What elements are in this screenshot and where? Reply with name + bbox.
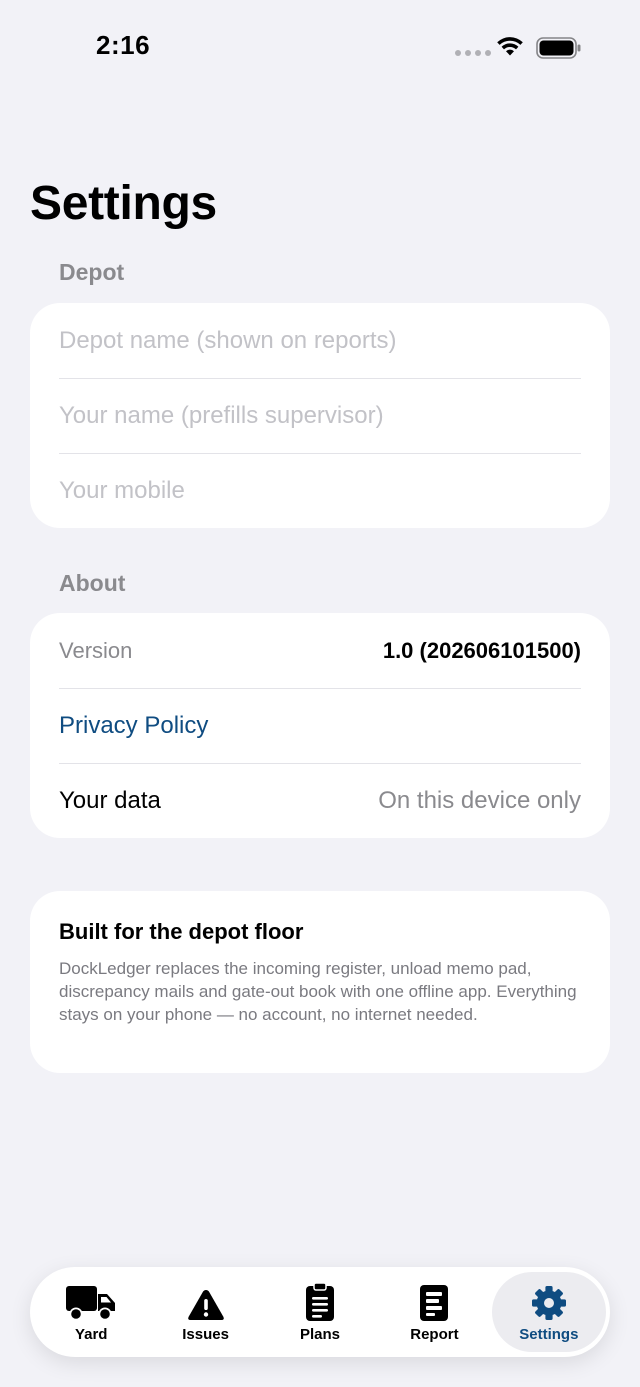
your-name-input[interactable] bbox=[59, 402, 581, 430]
version-label: Version bbox=[59, 637, 133, 663]
mobile-input[interactable] bbox=[59, 477, 581, 505]
tab-report[interactable]: Report bbox=[377, 1272, 491, 1352]
tab-issues[interactable]: Issues bbox=[148, 1272, 262, 1352]
tab-report-label: Report bbox=[410, 1325, 459, 1343]
battery-icon bbox=[536, 37, 581, 59]
tab-bar: Yard Issues Plans Report Settings bbox=[30, 1267, 610, 1357]
info-card: Built for the depot floor DockLedger rep… bbox=[30, 891, 610, 1073]
depot-name-row bbox=[59, 303, 581, 378]
tab-issues-label: Issues bbox=[182, 1325, 229, 1343]
settings-screen: 2:16 Settings Depot About Version 1.0 (2… bbox=[0, 0, 640, 1387]
about-section-header: About bbox=[59, 570, 126, 596]
tab-plans-label: Plans bbox=[300, 1325, 341, 1343]
depot-section-header: Depot bbox=[59, 259, 125, 285]
status-time: 2:16 bbox=[96, 30, 151, 60]
clipboard-icon bbox=[306, 1281, 335, 1321]
info-card-body: DockLedger replaces the incoming registe… bbox=[59, 959, 577, 1024]
gear-icon bbox=[531, 1285, 566, 1320]
tab-yard[interactable]: Yard bbox=[34, 1272, 148, 1352]
privacy-policy-row[interactable]: Privacy Policy bbox=[59, 688, 581, 763]
tab-settings[interactable]: Settings bbox=[491, 1272, 607, 1352]
tab-plans[interactable]: Plans bbox=[263, 1272, 377, 1352]
your-data-label: Your data bbox=[59, 787, 161, 814]
version-value: 1.0 (202606101500) bbox=[382, 637, 581, 663]
wifi-icon bbox=[497, 37, 523, 56]
tab-yard-label: Yard bbox=[74, 1325, 108, 1343]
version-row: Version 1.0 (202606101500) bbox=[59, 613, 581, 688]
your-data-row: Your data On this device only bbox=[59, 763, 581, 838]
truck-icon bbox=[66, 1285, 116, 1320]
depot-card bbox=[30, 303, 610, 528]
tab-settings-label: Settings bbox=[519, 1325, 579, 1343]
about-card: Version 1.0 (202606101500) Privacy Polic… bbox=[30, 613, 610, 838]
mobile-row bbox=[59, 453, 581, 528]
your-name-row bbox=[59, 378, 581, 453]
your-data-value: On this device only bbox=[378, 787, 581, 814]
report-icon bbox=[420, 1284, 449, 1321]
depot-name-input[interactable] bbox=[59, 326, 581, 355]
privacy-policy-link[interactable]: Privacy Policy bbox=[59, 712, 208, 740]
page-title: Settings bbox=[30, 177, 217, 230]
cellular-signal-icon bbox=[455, 50, 491, 56]
warning-icon bbox=[187, 1289, 224, 1320]
info-card-title: Built for the depot floor bbox=[59, 919, 304, 944]
